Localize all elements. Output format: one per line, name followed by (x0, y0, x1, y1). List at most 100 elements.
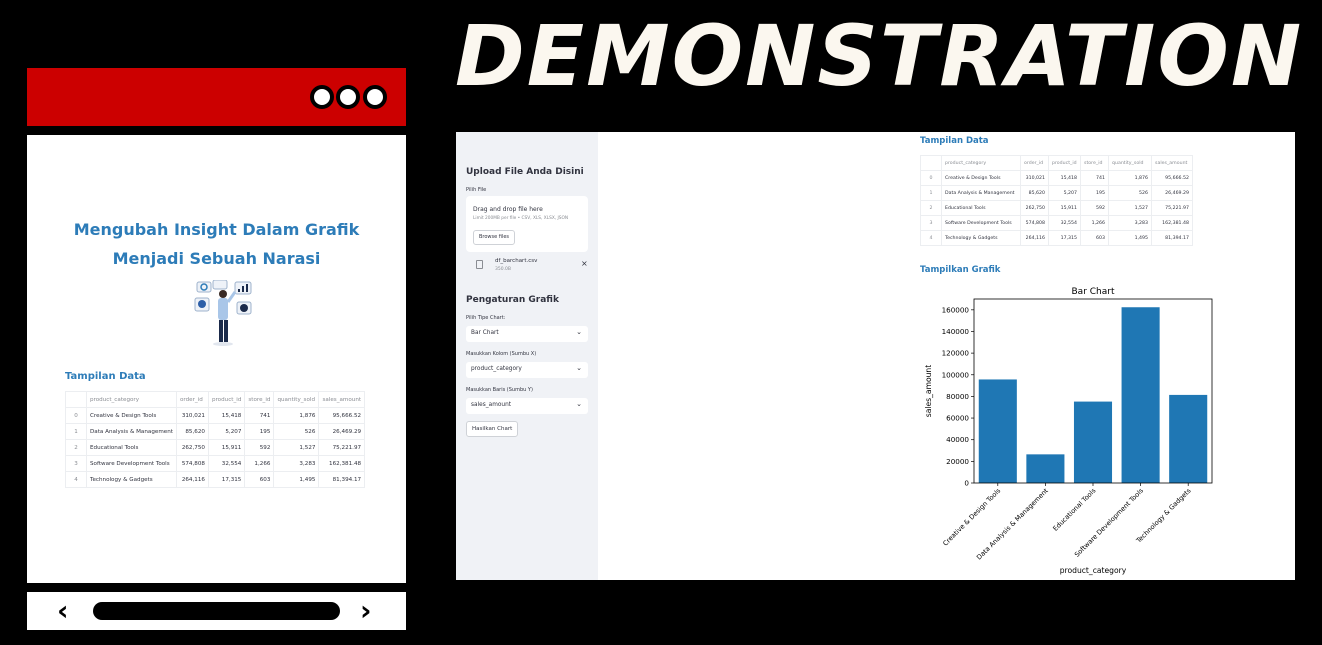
table-cell: 15,911 (207, 439, 246, 456)
column-header[interactable]: order_id (1020, 155, 1049, 171)
window-dot-icon (363, 85, 387, 109)
x-tick-label: Educational Tools (1051, 486, 1097, 532)
table-cell: 526 (1108, 185, 1152, 201)
y-tick-label: 40000 (946, 435, 969, 444)
table-cell: Creative & Design Tools (86, 407, 177, 424)
file-name: df_barchart.csv (495, 258, 538, 264)
table-header-row: product_category order_id product_id sto… (920, 155, 1193, 171)
column-header[interactable]: sales_amount (318, 391, 366, 408)
chevron-right-icon[interactable]: › (360, 597, 372, 625)
chart-bar (978, 379, 1017, 483)
column-header[interactable]: store_id (244, 391, 275, 408)
table-cell: 85,620 (1020, 185, 1049, 201)
table-cell: 32,554 (207, 455, 246, 472)
window-dot-icon (336, 85, 360, 109)
table-cell: 1,266 (244, 455, 275, 472)
table-cell: Data Analysis & Management (86, 423, 177, 440)
table-header-row: product_category order_id product_id sto… (65, 391, 366, 408)
table-cell: 741 (244, 407, 275, 424)
table-cell: 95,666.52 (1151, 170, 1193, 186)
column-header[interactable]: product_category (86, 391, 177, 408)
table-cell: 15,418 (207, 407, 246, 424)
table-cell: Software Development Tools (86, 455, 177, 472)
chart-bar (1169, 394, 1208, 483)
presenter-illustration-icon (194, 280, 252, 346)
table-row: 3 Software Development Tools 574,808 32,554… (920, 215, 1193, 231)
drop-text: Drag and drop file here (473, 206, 543, 213)
scroll-pill[interactable] (93, 602, 340, 620)
column-header[interactable]: store_id (1080, 155, 1109, 171)
column-header[interactable]: product_category (941, 155, 1021, 171)
x-tick-label: Technology & Gadgets (1134, 486, 1193, 545)
table-cell: 574,808 (175, 455, 209, 472)
table-row: 4 Technology & Gadgets 264,116 17,315 603 1,4… (65, 471, 366, 488)
chart-bar (1073, 401, 1113, 483)
table-cell: 603 (1080, 230, 1109, 246)
table-cell: 310,021 (175, 407, 209, 424)
table-cell: 5,207 (1048, 185, 1081, 201)
table-cell: 75,221.97 (1151, 200, 1193, 216)
section-title-data: Tampilan Data (65, 371, 146, 382)
table-cell: Software Development Tools (941, 215, 1021, 231)
table-row: 3 Software Development Tools 574,808 32,554… (65, 455, 366, 472)
table-cell: 15,418 (1048, 170, 1081, 186)
generate-chart-button[interactable]: Hasilkan Chart (466, 421, 519, 437)
table-row: 0 Creative & Design Tools 310,021 15,418 741… (920, 170, 1193, 186)
upload-title: Upload File Anda Disini (466, 167, 584, 177)
table-cell: 526 (273, 423, 320, 440)
column-header[interactable]: product_id (1048, 155, 1081, 171)
table-cell: 5,207 (207, 423, 246, 440)
row-index: 0 (65, 407, 87, 424)
table-cell: 15,911 (1048, 200, 1081, 216)
table-cell: 162,381.48 (1151, 215, 1193, 231)
row-index: 0 (920, 170, 942, 186)
table-cell: 1,527 (1108, 200, 1152, 216)
column-header[interactable] (65, 391, 87, 408)
close-icon[interactable]: × (581, 260, 588, 268)
x-axis-title: product_category (1060, 566, 1127, 575)
table-cell: 603 (244, 471, 275, 488)
chevron-down-icon: ⌄ (576, 364, 582, 372)
table-cell: 26,469.29 (318, 423, 366, 440)
table-cell: 310,021 (1020, 170, 1049, 186)
section-title-data: Tampilan Data (920, 136, 989, 146)
demonstration-title: DEMONSTRATION (455, 7, 1304, 105)
file-uploader-dropzone[interactable]: Drag and drop file here Limit 200MB per … (466, 196, 588, 252)
table-cell: 1,495 (1108, 230, 1152, 246)
y-tick-label: 140000 (942, 327, 970, 336)
table-cell: 26,469.29 (1151, 185, 1193, 201)
column-header[interactable]: quantity_sold (1108, 155, 1152, 171)
chevron-down-icon: ⌄ (576, 400, 582, 408)
table-cell: 75,221.97 (318, 439, 366, 456)
table-cell: 592 (244, 439, 275, 456)
chart-bar (1026, 454, 1065, 483)
file-label: Pilih File (466, 187, 487, 193)
browse-files-button[interactable]: Browse files (473, 230, 516, 245)
column-header[interactable]: product_id (207, 391, 246, 408)
column-header[interactable]: sales_amount (1151, 155, 1193, 171)
table-cell: 741 (1080, 170, 1109, 186)
chevron-left-icon[interactable]: ‹ (57, 597, 69, 625)
column-header[interactable]: order_id (175, 391, 209, 408)
table-cell: Technology & Gadgets (941, 230, 1021, 246)
table-cell: 262,750 (175, 439, 209, 456)
table-row: 1 Data Analysis & Management 85,620 5,207 19… (65, 423, 366, 440)
x-axis-select[interactable]: product_category ⌄ (466, 362, 588, 378)
chart-type-label: Pilih Tipe Chart: (466, 315, 506, 321)
table-cell: 95,666.52 (318, 407, 366, 424)
y-axis-select[interactable]: sales_amount ⌄ (466, 398, 588, 414)
y-axis-value: sales_amount (471, 402, 512, 408)
table-cell: 264,116 (175, 471, 209, 488)
table-cell: Creative & Design Tools (941, 170, 1021, 186)
column-header[interactable] (920, 155, 942, 171)
row-index: 2 (65, 439, 87, 456)
row-index: 2 (920, 200, 942, 216)
chart-type-value: Bar Chart (471, 330, 499, 336)
chart-type-select[interactable]: Bar Chart ⌄ (466, 326, 588, 342)
table-row: 0 Creative & Design Tools 310,021 15,418 741… (65, 407, 366, 424)
data-table: product_category order_id product_id sto… (920, 155, 1193, 246)
table-row: 1 Data Analysis & Management 85,620 5,207 19… (920, 185, 1193, 201)
file-icon (476, 260, 483, 269)
column-header[interactable]: quantity_sold (273, 391, 320, 408)
window-dot-icon (310, 85, 334, 109)
